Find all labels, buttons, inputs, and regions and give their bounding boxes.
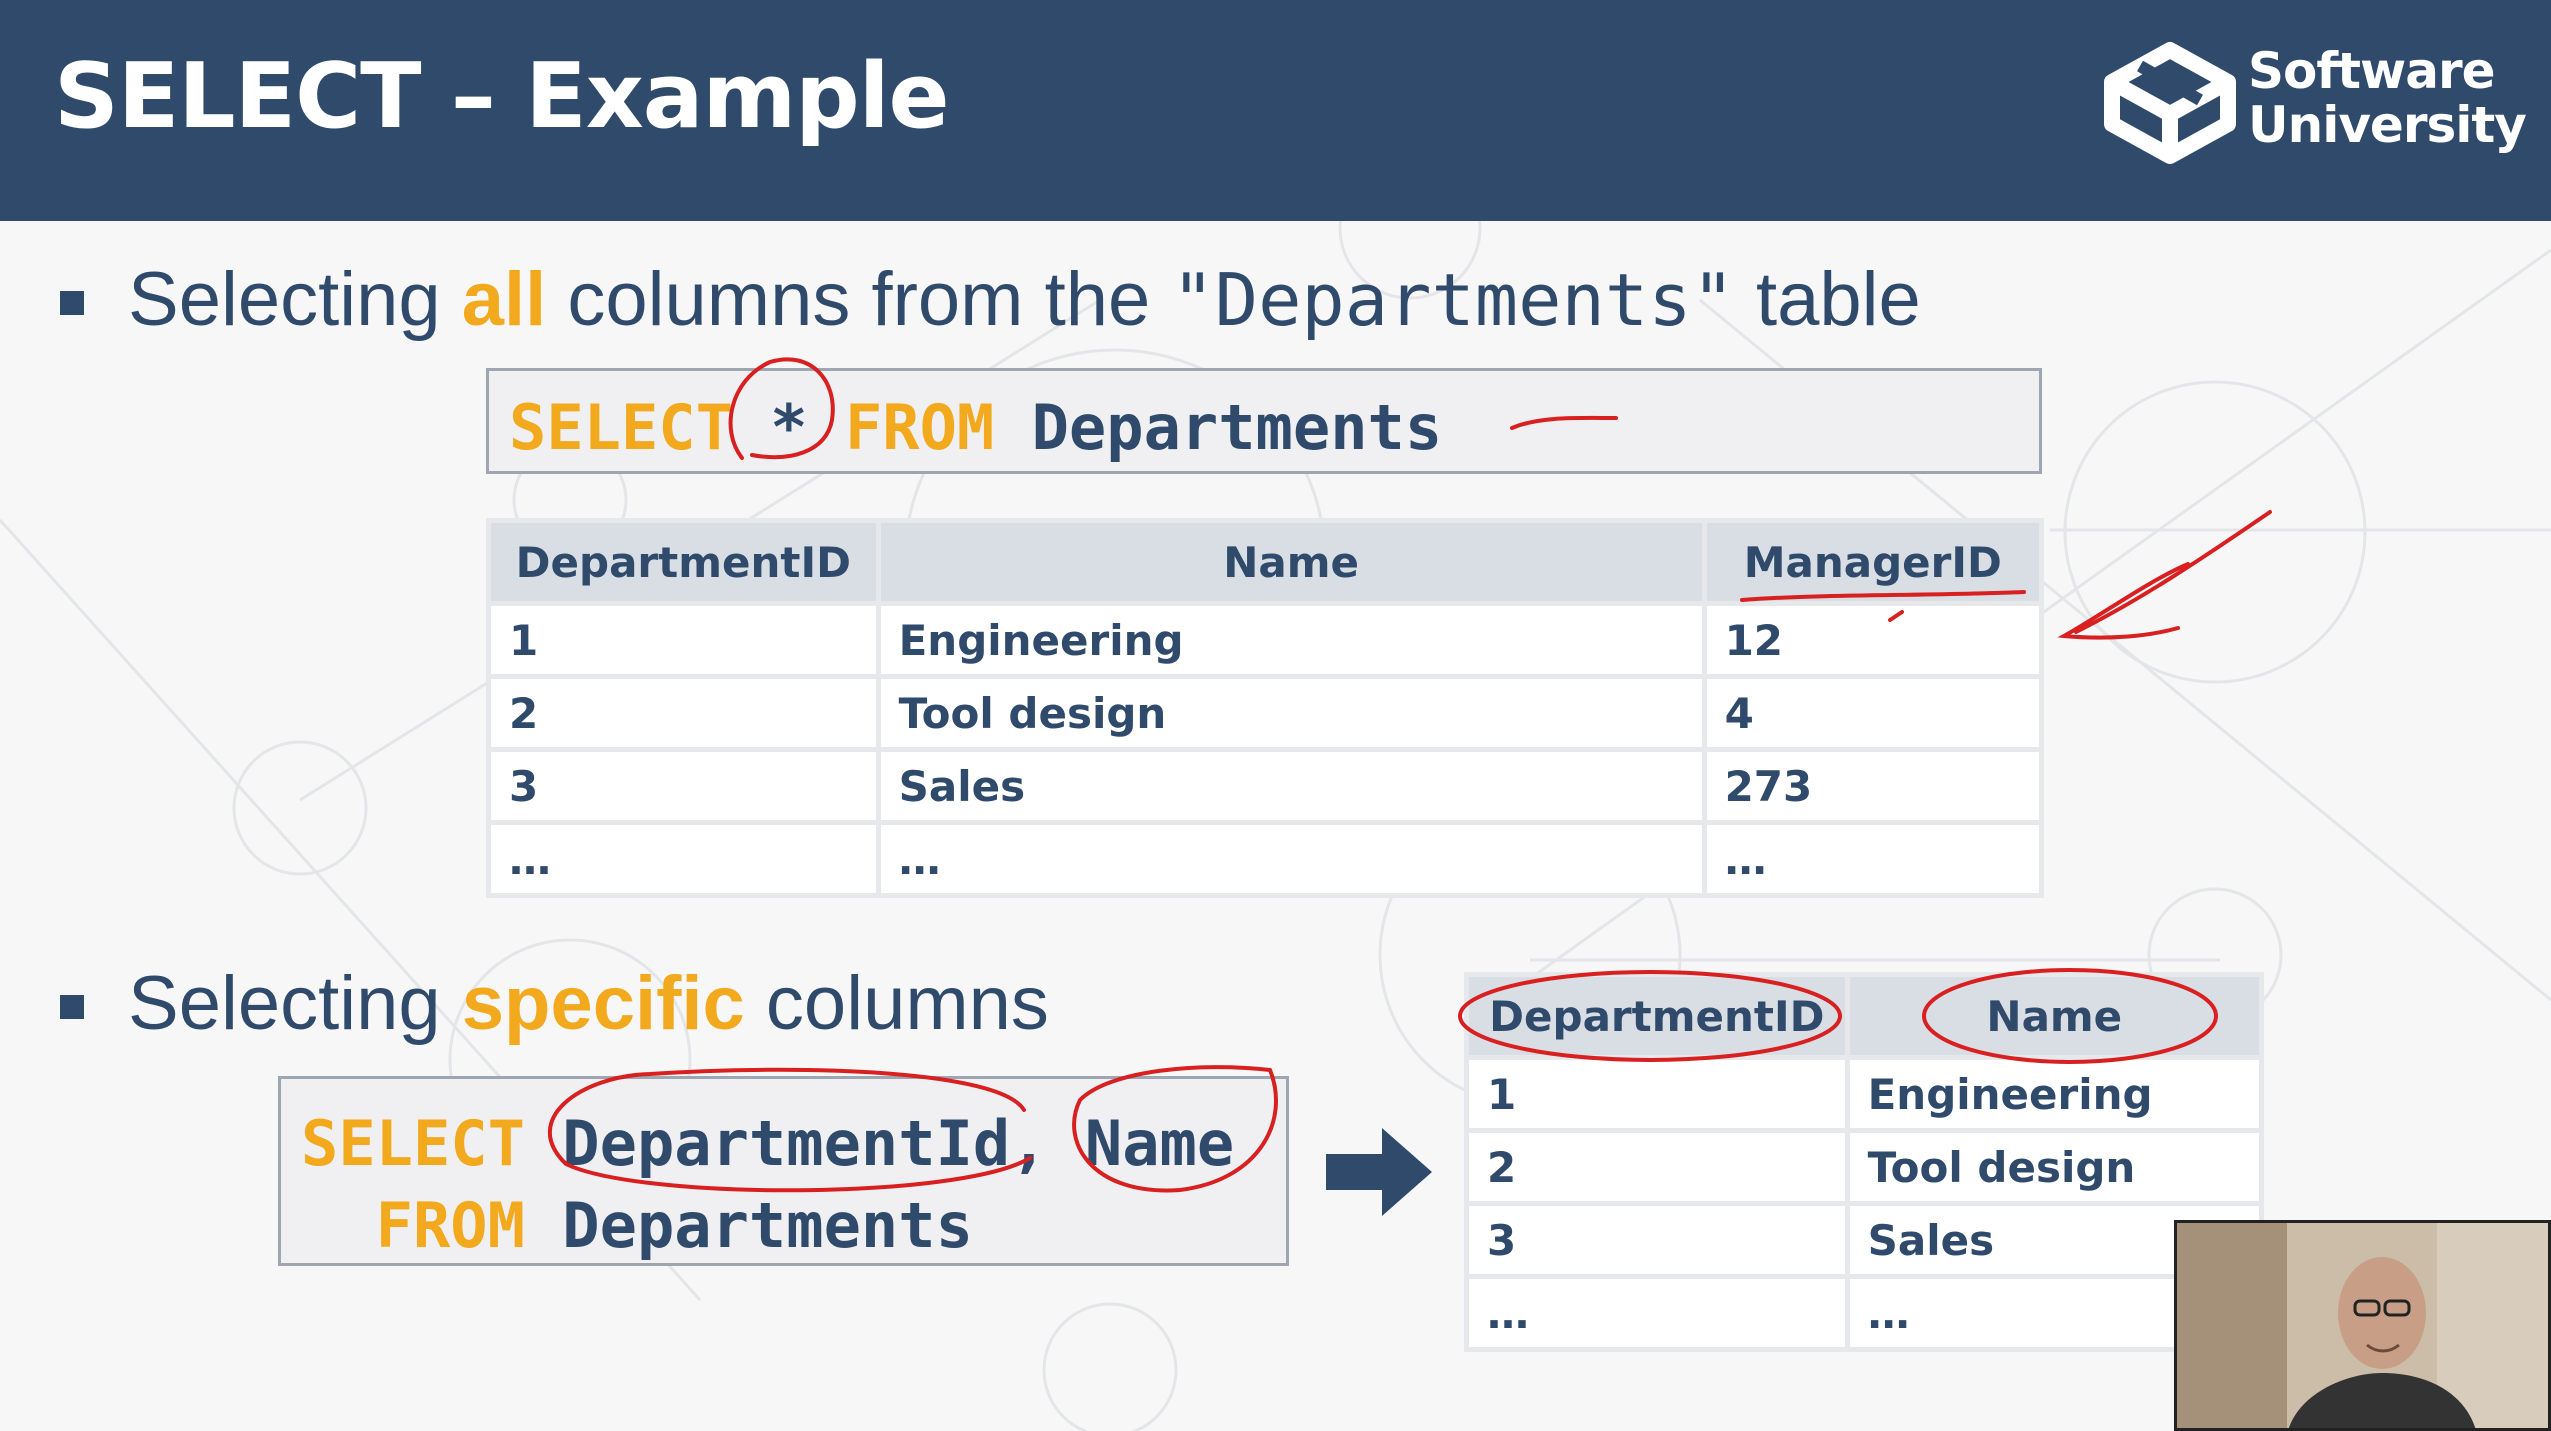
table-cell: 3 (486, 747, 881, 825)
bullet-text-after: columns (744, 961, 1049, 1046)
bullet-highlight: all (461, 257, 547, 342)
table-row: 2 Tool design 4 (486, 674, 2045, 752)
query-select-specific: SELECT DepartmentId, Name FROM Departmen… (278, 1076, 1289, 1266)
column-list: DepartmentId, Name (524, 1107, 1235, 1180)
departments-table: DepartmentID Name ManagerID 1 Engineerin… (486, 518, 2045, 898)
column-header: DepartmentID (486, 518, 881, 606)
bullet-text-before: Selecting (128, 257, 462, 342)
column-header: Name (1844, 972, 2265, 1060)
keyword-select: SELECT (509, 391, 733, 464)
table-cell: 4 (1701, 674, 2045, 752)
bullet-text-middle: columns from the (546, 257, 1172, 342)
column-header: DepartmentID (1464, 972, 1850, 1060)
keyword-from: FROM (844, 391, 995, 464)
table-row: 3 Sales (1464, 1201, 2265, 1279)
table-cell: Tool design (1844, 1128, 2265, 1206)
table-cell: Engineering (875, 601, 1707, 679)
bullet-select-specific: Selecting specific columns (60, 966, 1049, 1042)
bullet-text-after: table (1734, 257, 1921, 342)
star-token: * (732, 391, 845, 464)
query-line-2: FROM Departments (301, 1185, 1286, 1267)
bullet-select-all: Selecting all columns from the "Departme… (60, 262, 1921, 338)
table-name: Departments (524, 1189, 973, 1262)
column-header: ManagerID (1701, 518, 2045, 606)
table-cell: Tool design (875, 674, 1707, 752)
table-cell: … (875, 820, 1707, 898)
result-table: DepartmentID Name 1 Engineering 2 Tool d… (1464, 972, 2265, 1352)
table-cell: 2 (1464, 1128, 1850, 1206)
keyword-from: FROM (375, 1189, 525, 1262)
software-university-logo-icon (2104, 42, 2236, 164)
software-university-logo: Software University (2100, 38, 2527, 168)
right-arrow-icon (1326, 1128, 1432, 1216)
keyword-select: SELECT (301, 1107, 525, 1180)
logo-line-2: University (2248, 96, 2527, 154)
square-bullet-icon (60, 995, 84, 1019)
table-cell: 1 (1464, 1055, 1850, 1133)
table-row: 1 Engineering (1464, 1055, 2265, 1133)
table-cell: Engineering (1844, 1055, 2265, 1133)
presenter-figure (2177, 1223, 2548, 1428)
bullet-text: Selecting specific columns (128, 966, 1049, 1042)
table-row: 3 Sales 273 (486, 747, 2045, 825)
slide-header: SELECT – Example Software University (0, 0, 2551, 221)
table-row: 1 Engineering 12 (486, 601, 2045, 679)
table-row: … … (1464, 1274, 2265, 1352)
table-cell: 1 (486, 601, 881, 679)
table-name: Departments (994, 391, 1443, 464)
bullet-text-before: Selecting (128, 961, 462, 1046)
logo-text: Software University (2248, 42, 2527, 154)
square-bullet-icon (60, 291, 84, 315)
bullet-highlight: specific (461, 961, 745, 1046)
table-cell: 3 (1464, 1201, 1850, 1279)
table-row: … … … (486, 820, 2045, 898)
table-header-row: DepartmentID Name ManagerID (486, 518, 2045, 606)
logo-line-1: Software (2248, 42, 2496, 100)
table-header-row: DepartmentID Name (1464, 972, 2265, 1060)
slide-title: SELECT – Example (54, 44, 950, 149)
table-row: 2 Tool design (1464, 1128, 2265, 1206)
table-cell: Sales (875, 747, 1707, 825)
webcam-video (2174, 1220, 2551, 1431)
bullet-code: "Departments" (1171, 258, 1735, 342)
column-header: Name (875, 518, 1707, 606)
table-cell: … (1701, 820, 2045, 898)
query-select-all: SELECT * FROM Departments (486, 368, 2042, 474)
bullet-text: Selecting all columns from the "Departme… (128, 262, 1921, 338)
table-cell: … (486, 820, 881, 898)
table-cell: 273 (1701, 747, 2045, 825)
table-cell: … (1464, 1274, 1850, 1352)
table-cell: 2 (486, 674, 881, 752)
table-cell: 12 (1701, 601, 2045, 679)
query-line-1: SELECT DepartmentId, Name (301, 1103, 1286, 1185)
